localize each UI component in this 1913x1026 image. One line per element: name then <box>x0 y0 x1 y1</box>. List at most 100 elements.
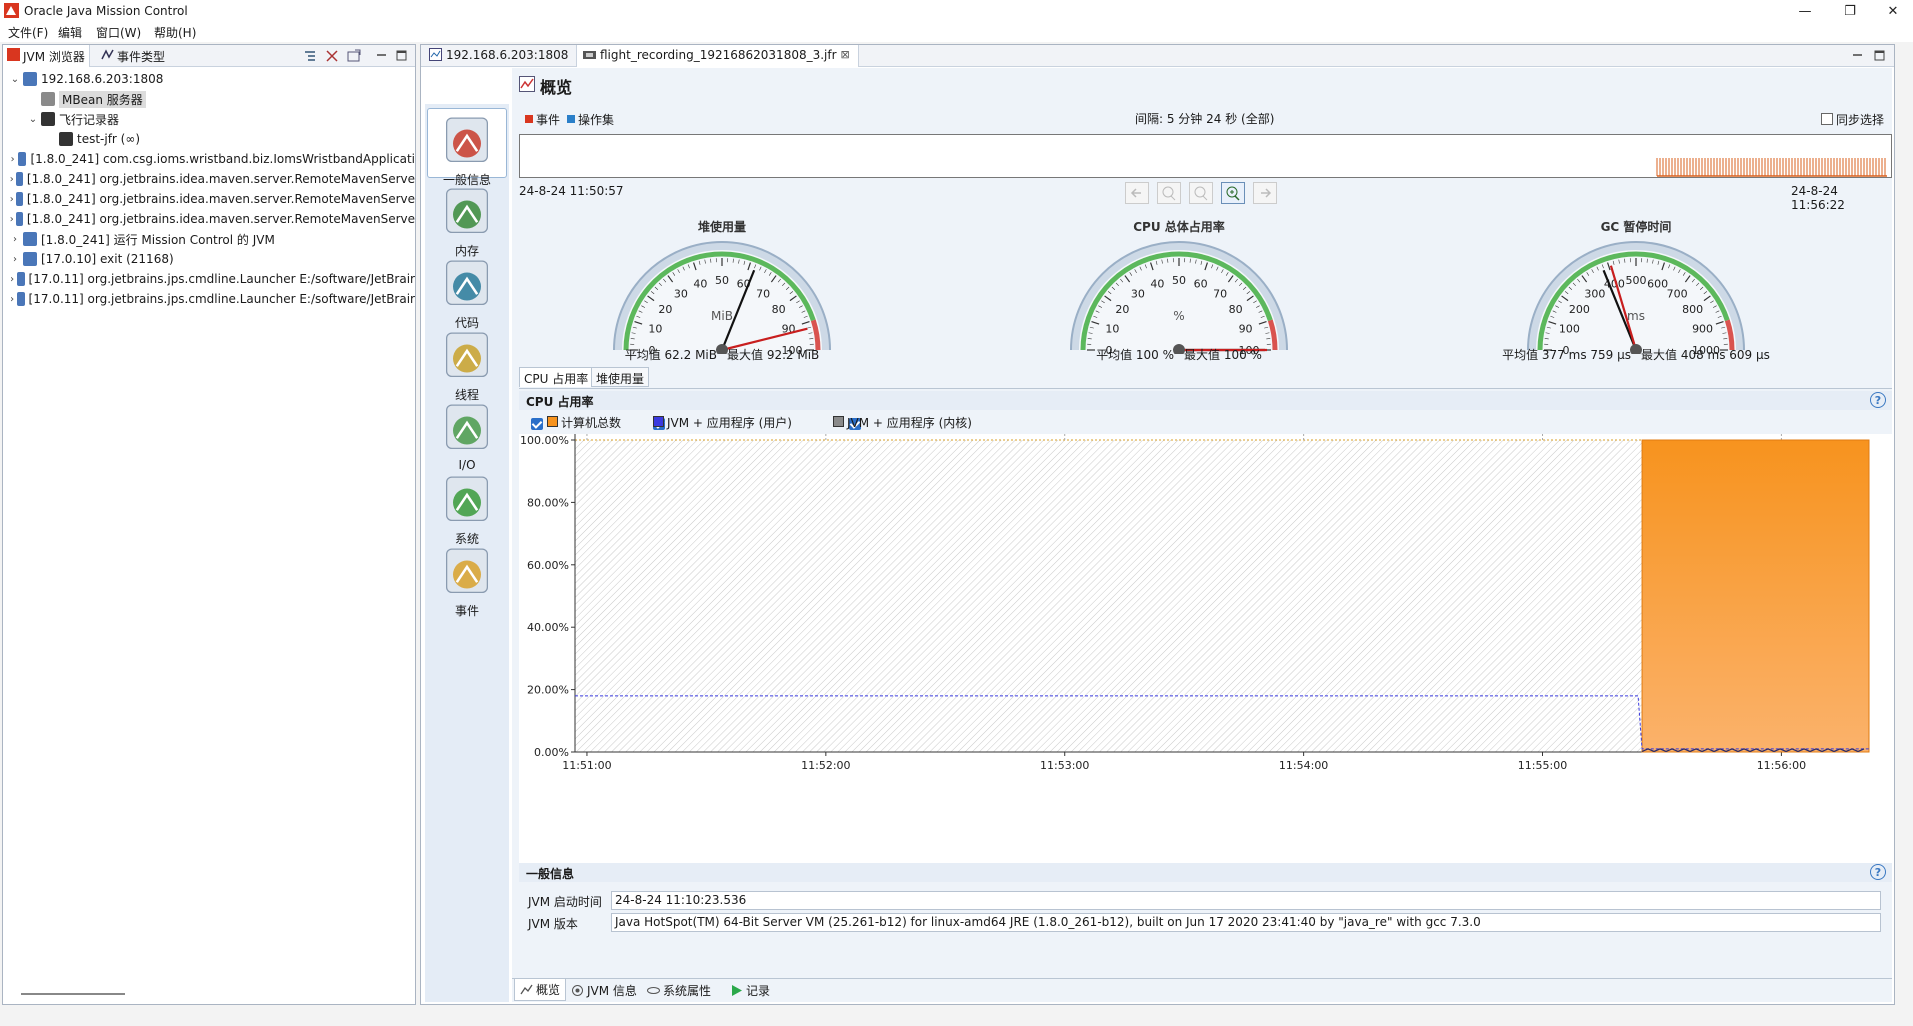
help-icon[interactable]: ? <box>1870 864 1886 880</box>
tab-connection[interactable]: 192.168.6.203:1808 <box>423 45 576 67</box>
y-tick-label: 60.00% <box>527 559 569 572</box>
cpu-section-title: CPU 占用率 <box>526 395 594 409</box>
collapse-chevron-icon[interactable]: › <box>9 294 15 305</box>
tree-row[interactable]: ⌄ 192.168.6.203:1808 <box>3 69 415 89</box>
left-tab-bar: JVM 浏览器 事件类型 <box>3 45 415 67</box>
tree-row[interactable]: › [17.0.10] exit (21168) <box>3 249 415 269</box>
jvm-version-field[interactable]: Java HotSpot(TM) 64-Bit Server VM (25.26… <box>611 913 1881 932</box>
restore-button[interactable]: ❐ <box>1827 0 1873 22</box>
zoom-out-button[interactable] <box>1157 182 1181 204</box>
menu-help[interactable]: 帮助(H) <box>154 24 196 41</box>
nav-code[interactable]: 代码 <box>427 252 507 330</box>
expand-chevron-icon[interactable]: ⌄ <box>27 114 39 125</box>
tab-event-types[interactable]: 事件类型 <box>97 45 169 67</box>
tree-row[interactable]: › [1.8.0_241] com.csg.ioms.wristband.biz.… <box>3 149 415 169</box>
jvm-start-time-field[interactable]: 24-8-24 11:10:23.536 <box>611 891 1881 910</box>
new-connection-icon[interactable] <box>347 49 361 63</box>
nav-memory[interactable]: 内存 <box>427 180 507 258</box>
maximize-view-icon[interactable] <box>395 49 409 63</box>
zoom-in-button[interactable] <box>1221 182 1245 204</box>
close-tab-icon[interactable]: ⊠ <box>841 48 850 61</box>
tab-recording[interactable]: 记录 <box>725 979 775 1001</box>
minimize-editor-icon[interactable] <box>1851 49 1865 63</box>
collapse-chevron-icon[interactable]: › <box>9 234 21 245</box>
x-tick-label: 11:53:00 <box>1040 759 1089 772</box>
x-tick-label: 11:52:00 <box>801 759 850 772</box>
timeline-strip[interactable] <box>519 134 1892 178</box>
tree-row[interactable]: › [1.8.0_241] 运行 Mission Control 的 JVM <box>3 229 415 249</box>
cpu-usage-chart[interactable]: 11:51:00 11:52:00 11:53:00 11:54:00 11:55:00… <box>519 434 1892 926</box>
menu-file[interactable]: 文件(F) <box>8 24 48 41</box>
tab-label: flight_recording_19216862031808_3.jfr <box>600 48 837 62</box>
gauge-tick-label: 900 <box>1692 322 1713 335</box>
timeline-start: 24-8-24 11:50:57 <box>519 184 624 198</box>
jvm-process-icon <box>16 212 23 226</box>
tab-jfr-file[interactable]: flight_recording_19216862031808_3.jfr ⊠ <box>576 45 859 67</box>
zoom-out-icon <box>1162 186 1176 201</box>
operations-legend-label: 操作集 <box>578 113 615 127</box>
collapse-chevron-icon[interactable]: › <box>9 154 16 165</box>
collapse-chevron-icon[interactable]: › <box>9 214 14 225</box>
collapse-chevron-icon[interactable]: › <box>9 254 21 265</box>
disconnect-icon[interactable] <box>325 49 339 63</box>
tab-cpu-usage[interactable]: CPU 占用率 <box>519 367 594 387</box>
jvm-process-icon <box>23 252 37 266</box>
maximize-editor-icon[interactable] <box>1873 49 1887 63</box>
tab-heap-usage[interactable]: 堆使用量 <box>591 367 650 387</box>
horizontal-scrollbar[interactable] <box>21 993 125 995</box>
expand-chevron-icon[interactable]: ⌄ <box>9 74 21 85</box>
arrow-right-icon <box>1261 188 1272 198</box>
zoom-back-button[interactable] <box>1125 182 1149 204</box>
nav-events[interactable]: 事件 <box>427 540 507 618</box>
page-title: 概览 <box>540 78 573 97</box>
nav-io[interactable]: I/O <box>427 396 507 472</box>
zoom-reset-button[interactable] <box>1189 182 1213 204</box>
jvm-process-icon <box>16 192 23 206</box>
gauge-dial: 010203040 50 60708090100MiB <box>613 241 831 354</box>
tree-row-label: [1.8.0_241] org.jetbrains.idea.maven.ser… <box>26 172 415 186</box>
jvm-process-icon <box>23 72 37 86</box>
close-button[interactable]: ✕ <box>1870 0 1913 22</box>
gauge-maximum: 最大值 408 ms 609 μs <box>1641 348 1770 362</box>
jvm-process-icon <box>23 232 37 246</box>
collapse-chevron-icon[interactable]: › <box>9 274 15 285</box>
nav-system[interactable]: 系统 <box>427 468 507 546</box>
gauge-2: GC 暂停时间 0 100 200 300 400 500 600 700 800 900 1000 m… <box>1431 210 1841 363</box>
minimize-view-icon[interactable] <box>375 49 389 63</box>
legend-checkbox-total[interactable] <box>531 417 543 430</box>
tree-row[interactable]: MBean 服务器 <box>3 89 415 109</box>
menu-window[interactable]: 窗口(W) <box>96 24 141 41</box>
app-icon <box>4 3 19 18</box>
menu-edit[interactable]: 编辑 <box>58 24 82 41</box>
tab-overview[interactable]: 概览 <box>514 979 567 1001</box>
tree-row[interactable]: › [1.8.0_241] org.jetbrains.idea.maven.se… <box>3 169 415 189</box>
jvm-version-label: JVM 版本 <box>528 917 578 931</box>
nav-threads[interactable]: 线程 <box>427 324 507 402</box>
tab-system-properties[interactable]: 系统属性 <box>642 979 716 1001</box>
nav-label: 事件 <box>454 604 479 618</box>
gauge-dial: 0102030405060708090100% <box>1070 241 1288 354</box>
help-icon[interactable]: ? <box>1870 392 1886 408</box>
tree-row[interactable]: ⌄ 飞行记录器 <box>3 109 415 129</box>
tab-jvm-info[interactable]: JVM 信息 <box>566 979 642 1001</box>
x-tick-label: 11:55:00 <box>1518 759 1567 772</box>
tree-row[interactable]: test-jfr (∞) <box>3 129 415 149</box>
y-tick-label: 20.00% <box>527 684 569 697</box>
tree-row[interactable]: › [17.0.11] org.jetbrains.jps.cmdline.Lau… <box>3 289 415 309</box>
legend-label-total: 计算机总数 <box>561 416 622 430</box>
sync-selection-checkbox[interactable] <box>1821 113 1833 125</box>
tree-row[interactable]: › [1.8.0_241] org.jetbrains.idea.maven.se… <box>3 189 415 209</box>
tree-row[interactable]: › [17.0.11] org.jetbrains.jps.cmdline.Lau… <box>3 269 415 289</box>
nav-gauge[interactable]: 一般信息 <box>427 108 507 187</box>
collapse-chevron-icon[interactable]: › <box>9 194 14 205</box>
overview-page-icon <box>519 76 535 92</box>
tree-row[interactable]: › [1.8.0_241] org.jetbrains.idea.maven.se… <box>3 209 415 229</box>
tree-row-label: [1.8.0_241] com.csg.ioms.wristband.biz.I… <box>30 152 415 166</box>
gauge-stats: 平均值 377 ms 759 μs 最大值 408 ms 609 μs <box>1431 346 1841 363</box>
tree-layout-icon[interactable] <box>303 49 317 63</box>
zoom-forward-button[interactable] <box>1253 182 1277 204</box>
minimize-button[interactable]: — <box>1782 0 1828 22</box>
collapse-chevron-icon[interactable]: › <box>9 174 14 185</box>
tab-jvm-browser[interactable]: JVM 浏览器 <box>3 45 90 67</box>
series-area-total[interactable] <box>1641 439 1870 753</box>
